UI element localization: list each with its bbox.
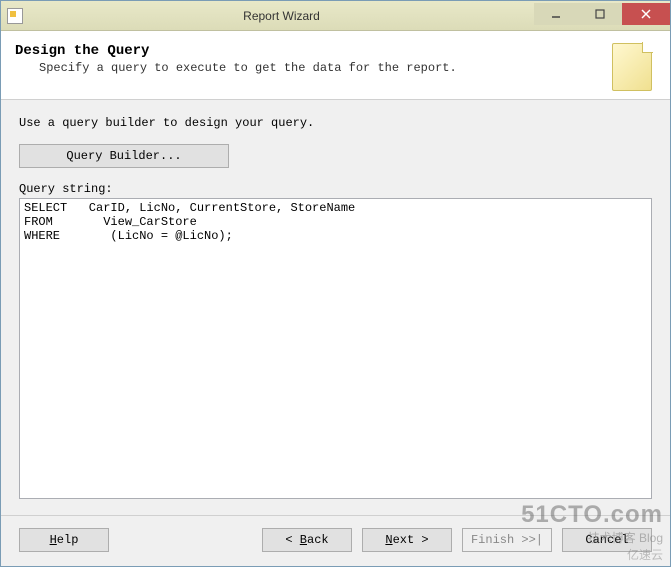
next-button[interactable]: Next > <box>362 528 452 552</box>
wizard-header-panel: Design the Query Specify a query to exec… <box>1 31 670 100</box>
finish-button: Finish >>| <box>462 528 552 552</box>
wizard-window: Report Wizard Design the Query Specify a… <box>0 0 671 567</box>
help-button[interactable]: Help <box>19 528 109 552</box>
back-button[interactable]: < Back <box>262 528 352 552</box>
wizard-content: Use a query builder to design your query… <box>1 100 670 515</box>
close-button[interactable] <box>622 3 670 25</box>
app-icon <box>7 8 23 24</box>
instruction-label: Use a query builder to design your query… <box>19 116 652 130</box>
maximize-button[interactable] <box>578 3 622 25</box>
close-icon <box>641 9 651 19</box>
window-controls <box>534 7 670 25</box>
window-title: Report Wizard <box>29 9 534 23</box>
wizard-button-bar: Help < Back Next > Finish >>| Cancel <box>1 515 670 566</box>
minimize-button[interactable] <box>534 3 578 25</box>
maximize-icon <box>595 9 605 19</box>
wizard-step-subtitle: Specify a query to execute to get the da… <box>39 61 612 75</box>
wizard-step-title: Design the Query <box>15 43 612 59</box>
minimize-icon <box>551 9 561 19</box>
nav-button-group: < Back Next > Finish >>| Cancel <box>262 528 652 552</box>
query-string-input[interactable] <box>19 198 652 499</box>
wizard-header-text: Design the Query Specify a query to exec… <box>15 43 612 91</box>
cancel-button[interactable]: Cancel <box>562 528 652 552</box>
note-icon <box>612 43 652 91</box>
query-builder-button[interactable]: Query Builder... <box>19 144 229 168</box>
titlebar[interactable]: Report Wizard <box>1 1 670 31</box>
query-string-label: Query string: <box>19 182 652 196</box>
